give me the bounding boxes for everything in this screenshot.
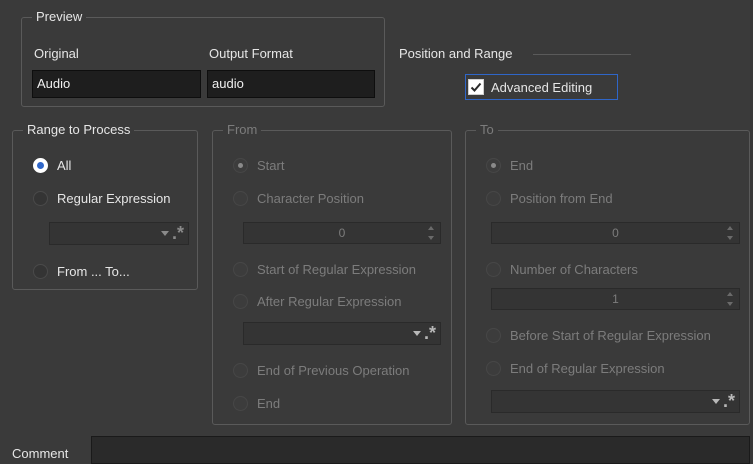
position-range-title: Position and Range bbox=[399, 46, 513, 61]
from-regex-input[interactable]: .* bbox=[243, 322, 441, 345]
original-field[interactable]: Audio bbox=[32, 70, 201, 98]
radio-from-start-label: Start bbox=[257, 157, 285, 173]
radio-from-end[interactable]: End bbox=[233, 394, 280, 412]
comment-label: Comment bbox=[12, 446, 69, 461]
radio-icon bbox=[233, 293, 248, 309]
from-title: From bbox=[223, 122, 262, 138]
comment-field[interactable] bbox=[91, 436, 750, 464]
to-regex-input[interactable]: .* bbox=[491, 390, 740, 413]
radio-regular-expression[interactable]: Regular Expression bbox=[33, 189, 170, 207]
regex-star-icon: .* bbox=[171, 223, 184, 243]
radio-from-end-label: End bbox=[257, 395, 281, 411]
radio-icon bbox=[486, 190, 501, 206]
radio-selected-icon bbox=[33, 157, 48, 173]
regex-star-icon: .* bbox=[722, 391, 735, 411]
chevron-down-icon bbox=[160, 230, 169, 236]
radio-from-to-label: From ... To... bbox=[57, 263, 130, 279]
character-position-stepper[interactable]: 0 bbox=[243, 222, 441, 244]
radio-position-from-end[interactable]: Position from End bbox=[486, 189, 613, 207]
advanced-editing-label: Advanced Editing bbox=[491, 79, 593, 95]
radio-regular-expression-label: Regular Expression bbox=[57, 190, 171, 206]
position-from-end-stepper[interactable]: 0 bbox=[491, 222, 740, 244]
number-of-characters-value: 1 bbox=[612, 292, 619, 306]
to-title: To bbox=[476, 122, 498, 138]
position-range-divider bbox=[533, 54, 631, 55]
range-regex-input[interactable]: .* bbox=[49, 222, 189, 245]
radio-before-start-of-regex-label: Before Start of Regular Expression bbox=[510, 327, 711, 343]
radio-character-position[interactable]: Character Position bbox=[233, 189, 364, 207]
character-position-value: 0 bbox=[338, 226, 346, 240]
preview-title: Preview bbox=[32, 9, 87, 25]
radio-icon bbox=[233, 190, 248, 206]
checkmark-icon bbox=[468, 79, 484, 95]
output-format-label: Output Format bbox=[209, 46, 293, 61]
radio-start-of-regex[interactable]: Start of Regular Expression bbox=[233, 260, 416, 278]
radio-all[interactable]: All bbox=[33, 156, 71, 174]
position-from-end-value: 0 bbox=[612, 226, 619, 240]
radio-icon bbox=[33, 263, 48, 279]
radio-icon bbox=[486, 360, 501, 376]
spinner-icon[interactable] bbox=[427, 226, 435, 240]
radio-end-of-regex-label: End of Regular Expression bbox=[510, 360, 665, 376]
radio-from-to[interactable]: From ... To... bbox=[33, 262, 130, 280]
chevron-down-icon bbox=[412, 330, 421, 336]
regex-star-icon: .* bbox=[423, 323, 436, 343]
radio-end-of-previous-operation-label: End of Previous Operation bbox=[257, 362, 410, 378]
radio-selected-icon bbox=[486, 157, 501, 173]
regex-dropdown-icon[interactable]: .* bbox=[412, 323, 436, 343]
radio-icon bbox=[33, 190, 48, 206]
radio-icon bbox=[486, 261, 501, 277]
radio-after-regex[interactable]: After Regular Expression bbox=[233, 292, 402, 310]
radio-from-start[interactable]: Start bbox=[233, 156, 284, 174]
radio-number-of-characters[interactable]: Number of Characters bbox=[486, 260, 638, 278]
spinner-icon[interactable] bbox=[726, 226, 734, 240]
range-to-process-title: Range to Process bbox=[23, 122, 135, 138]
radio-end-of-regex[interactable]: End of Regular Expression bbox=[486, 359, 665, 377]
regex-dropdown-icon[interactable]: .* bbox=[711, 391, 735, 411]
chevron-down-icon bbox=[711, 398, 720, 404]
radio-icon bbox=[233, 261, 248, 277]
number-of-characters-stepper[interactable]: 1 bbox=[491, 288, 740, 310]
radio-character-position-label: Character Position bbox=[257, 190, 364, 206]
radio-start-of-regex-label: Start of Regular Expression bbox=[257, 261, 416, 277]
radio-end-of-previous-operation[interactable]: End of Previous Operation bbox=[233, 361, 409, 379]
radio-icon bbox=[233, 395, 248, 411]
radio-to-end-label: End bbox=[510, 157, 534, 173]
radio-before-start-of-regex[interactable]: Before Start of Regular Expression bbox=[486, 326, 711, 344]
radio-icon bbox=[233, 362, 248, 378]
spinner-icon[interactable] bbox=[726, 292, 734, 306]
radio-all-label: All bbox=[57, 157, 72, 173]
radio-after-regex-label: After Regular Expression bbox=[257, 293, 402, 309]
radio-icon bbox=[486, 327, 501, 343]
radio-number-of-characters-label: Number of Characters bbox=[510, 261, 638, 277]
radio-position-from-end-label: Position from End bbox=[510, 190, 613, 206]
output-format-field[interactable]: audio bbox=[207, 70, 375, 98]
advanced-editing-checkbox[interactable]: Advanced Editing bbox=[465, 74, 618, 100]
radio-to-end[interactable]: End bbox=[486, 156, 533, 174]
regex-dropdown-icon[interactable]: .* bbox=[160, 223, 184, 243]
original-label: Original bbox=[34, 46, 79, 61]
radio-selected-icon bbox=[233, 157, 248, 173]
